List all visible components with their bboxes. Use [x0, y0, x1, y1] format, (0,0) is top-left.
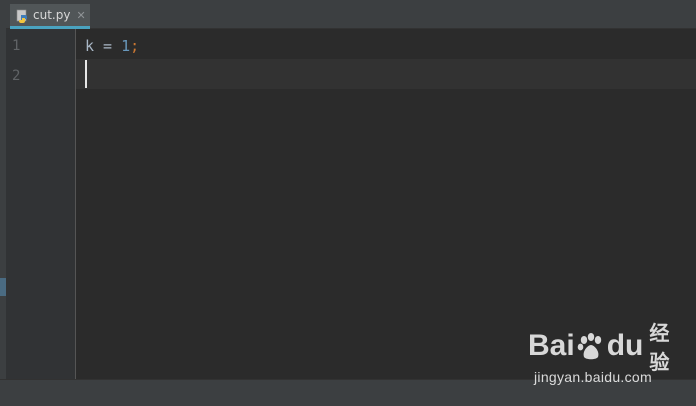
text-caret	[85, 60, 87, 88]
code-token-operator: =	[94, 37, 122, 55]
ide-window: cut.py ✕ 1 2 k = 1; Bai du 经验 jingyan.ba…	[0, 0, 696, 406]
python-file-icon	[16, 8, 30, 23]
code-line[interactable]: k = 1;	[85, 31, 139, 61]
watermark-brand-right: du	[606, 329, 644, 362]
watermark-brand-left: Bai	[528, 329, 575, 362]
watermark-logo: Bai du 经验	[528, 321, 688, 374]
line-number: 2	[12, 68, 21, 84]
code-token-punctuation: ;	[130, 37, 140, 55]
tab-label: cut.py	[33, 8, 71, 22]
code-token-number: 1	[121, 37, 131, 55]
baidu-jingyan-watermark: Bai du 经验 jingyan.baidu.com	[528, 321, 688, 395]
line-number: 1	[12, 38, 21, 54]
tab-cut-py[interactable]: cut.py ✕	[10, 4, 90, 29]
editor-tab-bar: cut.py ✕	[6, 0, 696, 29]
paw-icon	[576, 331, 606, 361]
tab-close-icon[interactable]: ✕	[76, 9, 85, 22]
watermark-brand-suffix: 经验	[649, 321, 670, 374]
code-token-identifier: k	[85, 37, 95, 55]
current-line-highlight	[76, 59, 696, 89]
line-number-gutter: 1 2	[6, 29, 76, 379]
